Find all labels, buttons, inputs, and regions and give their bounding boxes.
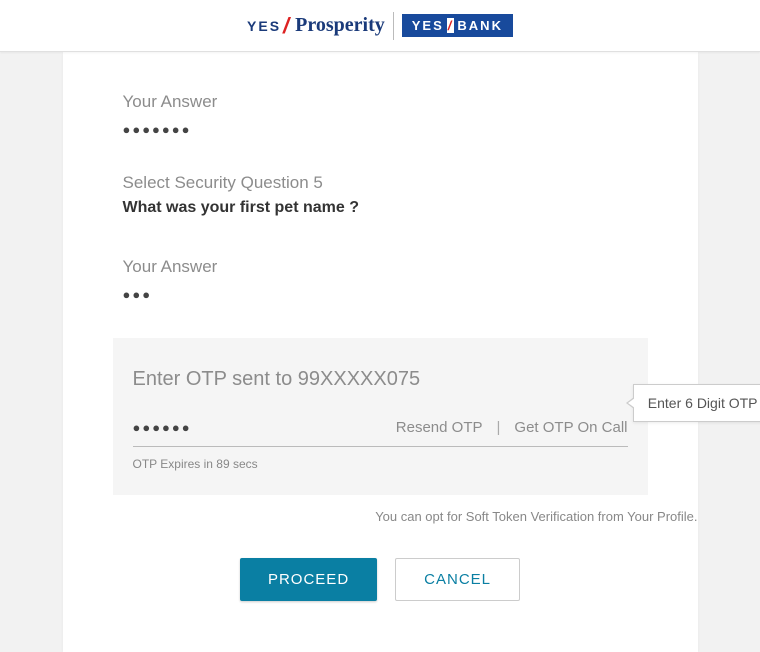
question5-select-label: Select Security Question 5: [123, 173, 638, 193]
yes-bank-logo: YES / BANK: [402, 14, 513, 37]
otp-panel: Enter OTP sent to 99XXXXX075 ●●●●●● Rese…: [113, 338, 648, 495]
answer5-label: Your Answer: [123, 257, 638, 277]
logo-bank-slash-icon: /: [447, 18, 455, 33]
main-card: Your Answer ●●●●●●● Select Security Ques…: [63, 52, 698, 652]
answer4-label: Your Answer: [123, 92, 638, 112]
question5-text: What was your first pet name ?: [123, 199, 638, 217]
otp-title: Enter OTP sent to 99XXXXX075: [133, 368, 628, 391]
otp-link-separator: |: [497, 419, 501, 436]
logo-bank-text: BANK: [457, 18, 503, 33]
answer4-input[interactable]: ●●●●●●●: [123, 122, 638, 137]
logo-prosperity-text: Prosperity: [295, 14, 385, 37]
logo-divider: [393, 12, 394, 40]
logo-bank-yes: YES: [412, 18, 444, 33]
content-area: Your Answer ●●●●●●● Select Security Ques…: [63, 52, 638, 302]
logo-container: YES / Prosperity YES / BANK: [247, 12, 513, 40]
cancel-button[interactable]: CANCEL: [395, 558, 520, 601]
yes-prosperity-logo: YES / Prosperity: [247, 13, 385, 39]
button-row: PROCEED CANCEL: [63, 558, 698, 601]
logo-slash-icon: /: [283, 13, 291, 39]
soft-token-note: You can opt for Soft Token Verification …: [113, 509, 698, 524]
otp-row: ●●●●●● Resend OTP | Get OTP On Call: [133, 419, 628, 447]
answer5-input[interactable]: ●●●: [123, 287, 638, 302]
otp-tooltip: Enter 6 Digit OTP: [633, 384, 760, 422]
otp-expiry-text: OTP Expires in 89 secs: [133, 457, 628, 471]
otp-input[interactable]: ●●●●●●: [133, 420, 396, 435]
logo-yes-text: YES: [247, 18, 281, 34]
proceed-button[interactable]: PROCEED: [240, 558, 377, 601]
resend-otp-link[interactable]: Resend OTP: [396, 419, 483, 436]
top-bar: YES / Prosperity YES / BANK: [0, 0, 760, 52]
otp-links: Resend OTP | Get OTP On Call: [396, 419, 628, 436]
get-otp-on-call-link[interactable]: Get OTP On Call: [514, 419, 627, 436]
